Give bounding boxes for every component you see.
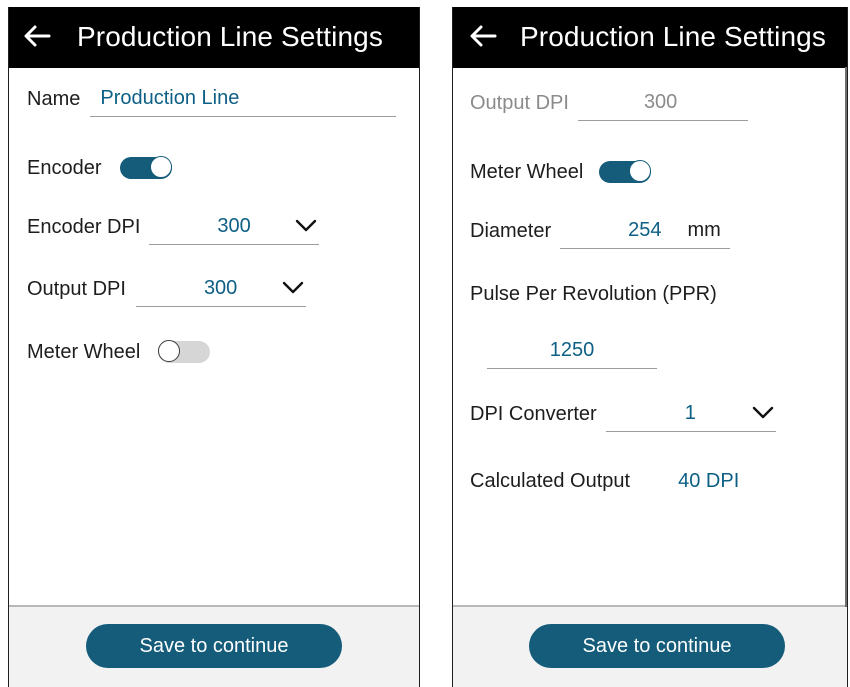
chevron-down-icon [752, 406, 773, 418]
output-dpi-row: Output DPI 300 [453, 83, 847, 123]
output-dpi-row: Output DPI 300 [9, 269, 419, 309]
output-dpi-value: 300 [203, 277, 238, 299]
app-bar: Production Line Settings [453, 7, 847, 68]
calculated-output-label: Calculated Output [470, 469, 631, 492]
name-label: Name [27, 87, 81, 110]
diameter-row: Diameter 254 mm [453, 211, 847, 251]
calculated-output-value: 40 DPI [678, 469, 740, 492]
toggle-knob [149, 156, 172, 178]
meter-wheel-label: Meter Wheel [470, 160, 584, 183]
calculated-output-row: Calculated Output 40 DPI [453, 461, 847, 501]
meter-wheel-row: Meter Wheel [9, 332, 419, 372]
page-title: Production Line Settings [77, 21, 383, 52]
encoder-row: Encoder [9, 148, 419, 188]
encoder-label: Encoder [27, 156, 102, 179]
meter-wheel-row: Meter Wheel [453, 152, 847, 192]
meter-wheel-label: Meter Wheel [27, 340, 141, 363]
output-dpi-dropdown[interactable]: 300 [135, 272, 306, 307]
save-button[interactable]: Save to continue [86, 624, 342, 668]
ppr-field[interactable]: 1250 [487, 334, 657, 369]
page-title: Production Line Settings [520, 21, 826, 52]
ppr-label-row: Pulse Per Revolution (PPR) [453, 274, 847, 314]
chevron-down-icon [296, 219, 317, 231]
meter-wheel-toggle[interactable] [158, 340, 211, 363]
back-arrow-icon[interactable] [469, 24, 497, 48]
dpi-converter-row: DPI Converter 1 [453, 394, 847, 434]
footer: Save to continue [9, 605, 419, 687]
output-dpi-value: 300 [643, 91, 678, 113]
toggle-knob [629, 160, 652, 182]
output-dpi-label: Output DPI [470, 91, 569, 114]
encoder-dpi-row: Encoder DPI 300 [9, 207, 419, 247]
dpi-converter-dropdown[interactable]: 1 [605, 397, 776, 432]
output-dpi-field: 300 [577, 86, 748, 121]
dpi-converter-value: 1 [684, 402, 696, 424]
footer: Save to continue [453, 605, 847, 687]
dpi-converter-label: DPI Converter [470, 402, 597, 425]
name-field[interactable]: Production Line [90, 82, 397, 117]
back-arrow-icon[interactable] [23, 24, 51, 48]
diameter-field[interactable]: 254 mm [560, 214, 731, 249]
chevron-down-icon [282, 281, 304, 293]
ppr-value-row: 1250 [453, 331, 847, 371]
right-screen: Production Line Settings Output DPI 300 … [452, 7, 848, 687]
meter-wheel-toggle[interactable] [599, 160, 652, 183]
toggle-knob [158, 340, 181, 362]
encoder-toggle[interactable] [119, 156, 172, 179]
encoder-dpi-value: 300 [217, 215, 251, 237]
diameter-value: 254 [628, 219, 662, 241]
app-bar: Production Line Settings [9, 7, 419, 68]
name-row: Name Production Line [9, 79, 419, 119]
save-button[interactable]: Save to continue [529, 624, 785, 668]
name-value: Production Line [100, 87, 240, 109]
diameter-label: Diameter [470, 219, 552, 242]
ppr-label: Pulse Per Revolution (PPR) [470, 282, 717, 305]
encoder-dpi-label: Encoder DPI [27, 215, 141, 238]
output-dpi-label: Output DPI [27, 277, 126, 300]
diameter-unit: mm [687, 219, 721, 241]
encoder-dpi-dropdown[interactable]: 300 [149, 210, 320, 245]
ppr-value: 1250 [549, 339, 595, 361]
left-screen: Production Line Settings Name Production… [8, 7, 420, 687]
